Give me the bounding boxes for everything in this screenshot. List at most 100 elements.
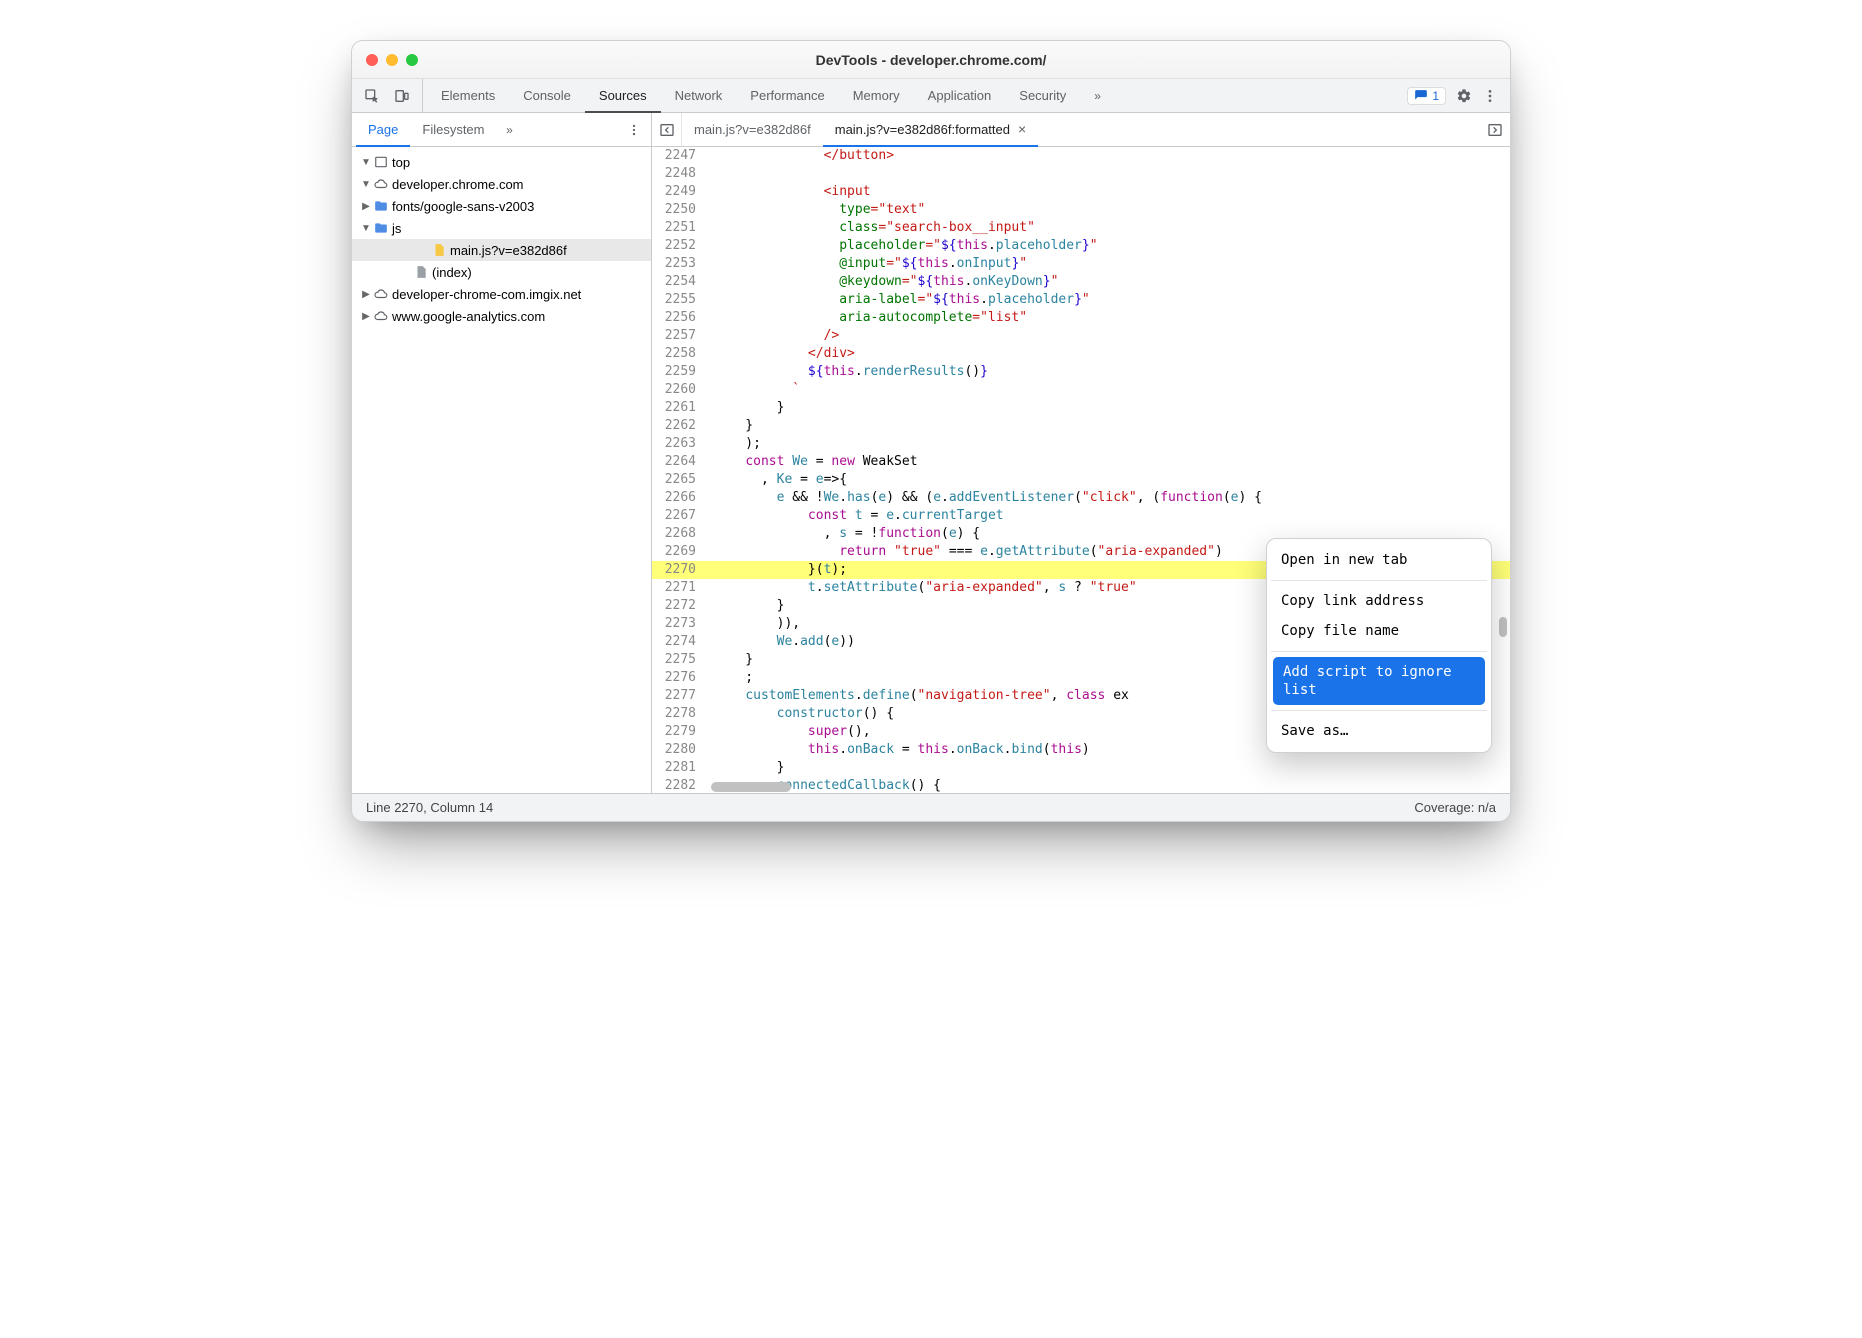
menu-copy-link[interactable]: Copy link address — [1267, 586, 1491, 616]
line-number[interactable]: 2260 — [652, 381, 710, 399]
navigator-kebab-icon[interactable] — [621, 113, 647, 146]
tree-top-frame[interactable]: ▼ top — [352, 151, 651, 173]
line-number[interactable]: 2256 — [652, 309, 710, 327]
line-number[interactable]: 2264 — [652, 453, 710, 471]
inspect-element-icon[interactable] — [364, 88, 380, 104]
line-number[interactable]: 2272 — [652, 597, 710, 615]
settings-gear-icon[interactable] — [1456, 88, 1472, 104]
code-line[interactable]: 2258 </div> — [652, 345, 1510, 363]
code-content[interactable]: type="text" — [710, 201, 1510, 219]
code-content[interactable]: aria-label="${this.placeholder}" — [710, 291, 1510, 309]
line-number[interactable]: 2267 — [652, 507, 710, 525]
code-line[interactable]: 2264 const We = new WeakSet — [652, 453, 1510, 471]
code-content[interactable]: ` — [710, 381, 1510, 399]
line-number[interactable]: 2262 — [652, 417, 710, 435]
navigator-more-tabs-icon[interactable]: » — [497, 113, 523, 146]
line-number[interactable]: 2258 — [652, 345, 710, 363]
line-number[interactable]: 2266 — [652, 489, 710, 507]
code-line[interactable]: 2263 ); — [652, 435, 1510, 453]
file-tree[interactable]: ▼ top ▼ developer.chrome.com ▶ fonts/goo… — [352, 147, 651, 793]
menu-add-ignore-list[interactable]: Add script to ignore list — [1273, 657, 1485, 705]
code-line[interactable]: 2253 @input="${this.onInput}" — [652, 255, 1510, 273]
line-number[interactable]: 2251 — [652, 219, 710, 237]
code-content[interactable]: connectedCallback() { — [710, 777, 1510, 793]
menu-open-new-tab[interactable]: Open in new tab — [1267, 545, 1491, 575]
code-line[interactable]: 2254 @keydown="${this.onKeyDown}" — [652, 273, 1510, 291]
code-line[interactable]: 2261 } — [652, 399, 1510, 417]
code-content[interactable]: </div> — [710, 345, 1510, 363]
code-line[interactable]: 2251 class="search-box__input" — [652, 219, 1510, 237]
line-number[interactable]: 2279 — [652, 723, 710, 741]
line-number[interactable]: 2265 — [652, 471, 710, 489]
line-number[interactable]: 2255 — [652, 291, 710, 309]
more-tabs-icon[interactable]: » — [1080, 79, 1115, 112]
code-content[interactable]: const We = new WeakSet — [710, 453, 1510, 471]
code-content[interactable]: } — [710, 417, 1510, 435]
line-number[interactable]: 2252 — [652, 237, 710, 255]
line-number[interactable]: 2278 — [652, 705, 710, 723]
line-number[interactable]: 2270 — [652, 561, 710, 579]
editor-tab-original[interactable]: main.js?v=e382d86f — [682, 113, 823, 146]
code-content[interactable]: ); — [710, 435, 1510, 453]
navigator-tab-filesystem[interactable]: Filesystem — [410, 113, 496, 146]
zoom-window-button[interactable] — [406, 54, 418, 66]
code-content[interactable]: <input — [710, 183, 1510, 201]
code-content[interactable]: e && !We.has(e) && (e.addEventListener("… — [710, 489, 1510, 507]
editor-tab-formatted[interactable]: main.js?v=e382d86f:formatted × — [823, 113, 1038, 147]
line-number[interactable]: 2263 — [652, 435, 710, 453]
code-content[interactable]: @input="${this.onInput}" — [710, 255, 1510, 273]
tree-folder-js[interactable]: ▼ js — [352, 217, 651, 239]
line-number[interactable]: 2248 — [652, 165, 710, 183]
tree-domain-imgix[interactable]: ▶ developer-chrome-com.imgix.net — [352, 283, 651, 305]
menu-save-as[interactable]: Save as… — [1267, 716, 1491, 746]
tree-domain-chrome[interactable]: ▼ developer.chrome.com — [352, 173, 651, 195]
line-number[interactable]: 2254 — [652, 273, 710, 291]
code-content[interactable]: class="search-box__input" — [710, 219, 1510, 237]
vertical-scrollbar-thumb[interactable] — [1499, 617, 1507, 637]
code-content[interactable]: } — [710, 399, 1510, 417]
device-toolbar-icon[interactable] — [394, 88, 410, 104]
minimize-window-button[interactable] — [386, 54, 398, 66]
code-line[interactable]: 2265 , Ke = e=>{ — [652, 471, 1510, 489]
navigator-tab-page[interactable]: Page — [356, 113, 410, 147]
code-content[interactable]: const t = e.currentTarget — [710, 507, 1510, 525]
code-line[interactable]: 2255 aria-label="${this.placeholder}" — [652, 291, 1510, 309]
tab-performance[interactable]: Performance — [736, 79, 838, 112]
code-line[interactable]: 2248 — [652, 165, 1510, 183]
tree-domain-ga[interactable]: ▶ www.google-analytics.com — [352, 305, 651, 327]
toggle-navigator-icon[interactable] — [652, 113, 682, 146]
code-line[interactable]: 2260 ` — [652, 381, 1510, 399]
code-content[interactable]: , Ke = e=>{ — [710, 471, 1510, 489]
issues-badge[interactable]: 1 — [1407, 87, 1446, 105]
code-line[interactable]: 2250 type="text" — [652, 201, 1510, 219]
code-content[interactable]: </button> — [710, 147, 1510, 165]
tree-file-index[interactable]: (index) — [352, 261, 651, 283]
code-content[interactable]: ${this.renderResults()} — [710, 363, 1510, 381]
tab-sources[interactable]: Sources — [585, 79, 661, 113]
code-line[interactable]: 2256 aria-autocomplete="list" — [652, 309, 1510, 327]
line-number[interactable]: 2259 — [652, 363, 710, 381]
code-line[interactable]: 2266 e && !We.has(e) && (e.addEventListe… — [652, 489, 1510, 507]
code-line[interactable]: 2249 <input — [652, 183, 1510, 201]
line-number[interactable]: 2280 — [652, 741, 710, 759]
line-number[interactable]: 2250 — [652, 201, 710, 219]
code-line[interactable]: 2281 } — [652, 759, 1510, 777]
horizontal-scrollbar-thumb[interactable] — [711, 782, 791, 792]
tab-application[interactable]: Application — [914, 79, 1006, 112]
line-number[interactable]: 2273 — [652, 615, 710, 633]
line-number[interactable]: 2253 — [652, 255, 710, 273]
line-number[interactable]: 2261 — [652, 399, 710, 417]
line-number[interactable]: 2247 — [652, 147, 710, 165]
code-line[interactable]: 2257 /> — [652, 327, 1510, 345]
code-line[interactable]: 2247 </button> — [652, 147, 1510, 165]
line-number[interactable]: 2281 — [652, 759, 710, 777]
tab-console[interactable]: Console — [509, 79, 585, 112]
line-number[interactable]: 2274 — [652, 633, 710, 651]
tab-memory[interactable]: Memory — [839, 79, 914, 112]
code-line[interactable]: 2259 ${this.renderResults()} — [652, 363, 1510, 381]
tree-folder-fonts[interactable]: ▶ fonts/google-sans-v2003 — [352, 195, 651, 217]
close-tab-icon[interactable]: × — [1018, 121, 1026, 137]
kebab-menu-icon[interactable] — [1482, 88, 1498, 104]
code-content[interactable]: aria-autocomplete="list" — [710, 309, 1510, 327]
close-window-button[interactable] — [366, 54, 378, 66]
